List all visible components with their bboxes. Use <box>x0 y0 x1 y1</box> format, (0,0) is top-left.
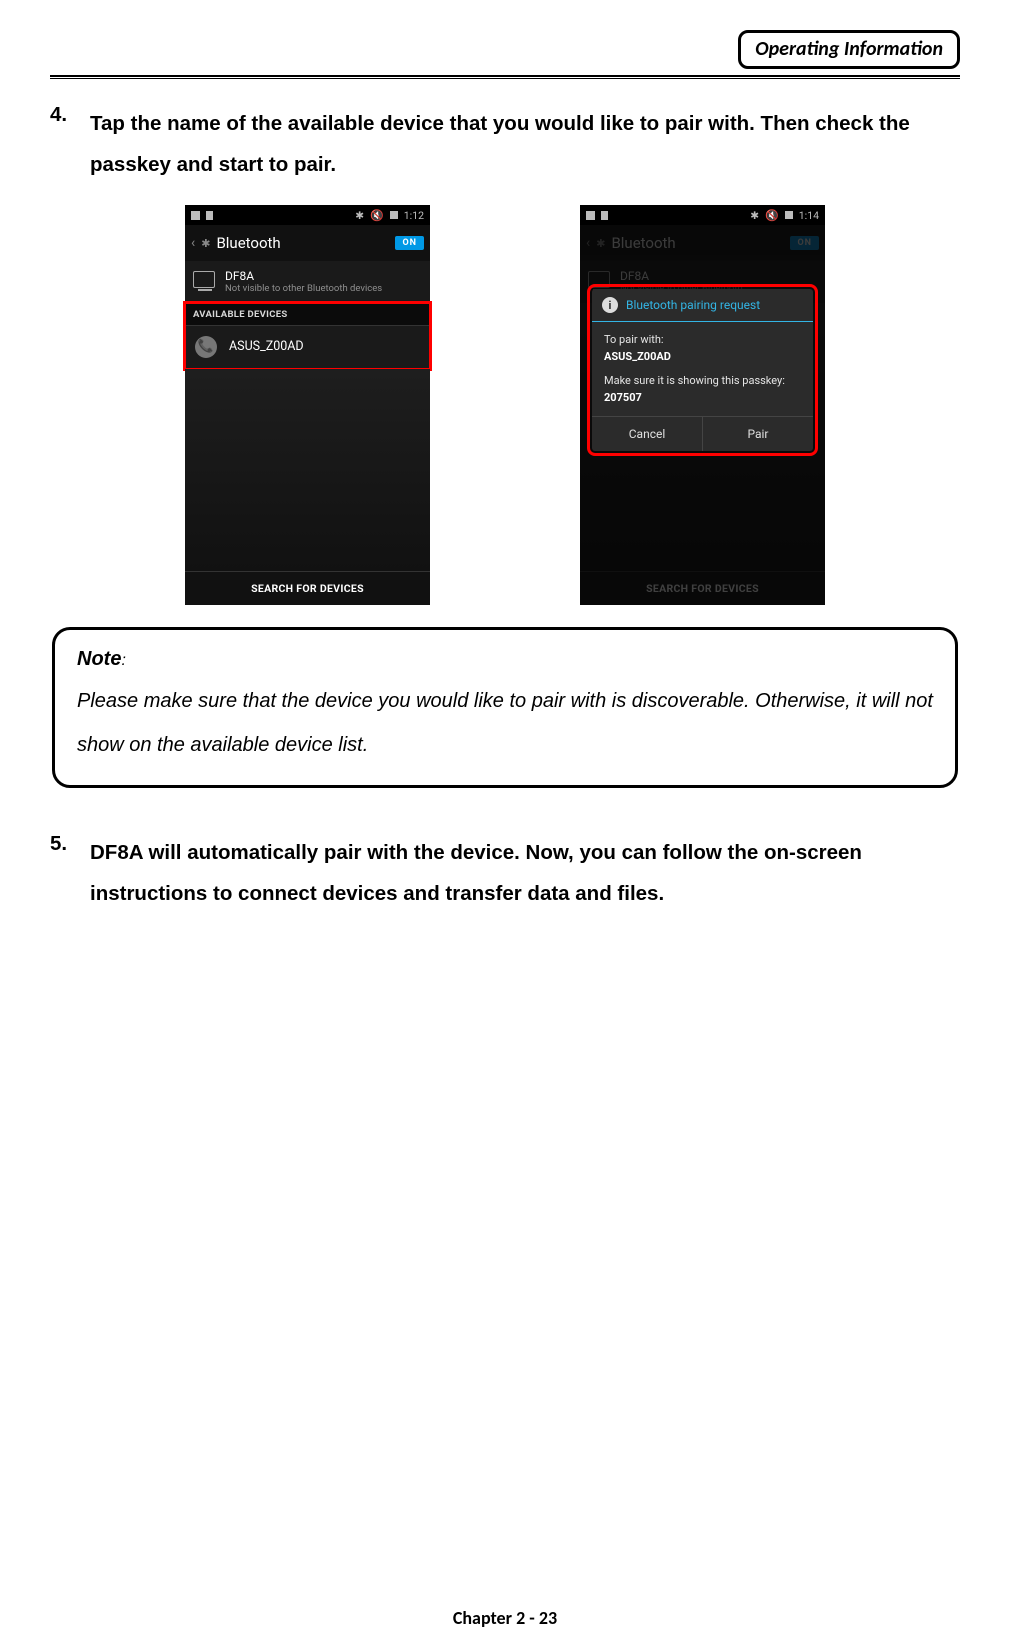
laptop-icon <box>193 271 215 288</box>
passkey-value: 207507 <box>604 390 801 407</box>
status-bar: ✱ 🔇 1:14 <box>580 205 825 225</box>
sd-icon <box>601 211 608 220</box>
step-4-text: Tap the name of the available device tha… <box>90 103 960 185</box>
search-for-devices-button[interactable]: SEARCH FOR DEVICES <box>185 571 430 605</box>
available-device-name: ASUS_Z00AD <box>229 339 304 354</box>
status-bar: ✱ 🔇 1:12 <box>185 205 430 225</box>
own-device-row[interactable]: DF8A Not visible to other Bluetooth devi… <box>185 261 430 303</box>
dialog-title-row: i Bluetooth pairing request <box>592 289 813 322</box>
title-bar[interactable]: ‹ ✱ Bluetooth ON <box>185 225 430 261</box>
signal-icon <box>785 211 793 219</box>
available-device-row[interactable]: 📞 ASUS_Z00AD <box>185 326 430 369</box>
bluetooth-toggle[interactable]: ON <box>395 236 424 250</box>
own-device-subtext: Not visible to other Bluetooth devices <box>225 283 382 295</box>
note-title: Note <box>77 648 121 670</box>
highlight-available: AVAILABLE DEVICES 📞 ASUS_Z00AD <box>185 303 430 369</box>
empty-area <box>185 369 430 571</box>
back-icon[interactable]: ‹ <box>191 235 195 251</box>
screenshots-row: ✱ 🔇 1:12 ‹ ✱ Bluetooth ON DF8A Not visib… <box>50 205 960 605</box>
phone-screenshot-left: ✱ 🔇 1:12 ‹ ✱ Bluetooth ON DF8A Not visib… <box>185 205 430 605</box>
note-colon: : <box>121 652 125 669</box>
dialog-body: To pair with: ASUS_Z00AD Make sure it is… <box>592 322 813 416</box>
pair-target: ASUS_Z00AD <box>604 349 801 366</box>
pair-button[interactable]: Pair <box>703 417 813 451</box>
step-4-number: 4. <box>50 103 90 185</box>
page-footer: Chapter 2 - 23 <box>0 1607 1010 1629</box>
own-device-name: DF8A <box>225 269 382 283</box>
bluetooth-logo-icon: ✱ <box>201 237 210 250</box>
step-5-text: DF8A will automatically pair with the de… <box>90 832 960 914</box>
mute-icon: 🔇 <box>370 209 384 222</box>
mute-icon: 🔇 <box>765 209 779 222</box>
step-5-number: 5. <box>50 832 90 914</box>
clock: 1:14 <box>799 209 819 222</box>
info-icon: i <box>602 297 618 313</box>
phone-icon: 📞 <box>195 336 217 358</box>
signal-icon <box>390 211 398 219</box>
clock: 1:12 <box>404 209 424 222</box>
header-tag: Operating Information <box>738 30 960 69</box>
note-box: Note: Please make sure that the device y… <box>52 627 958 788</box>
sd-icon <box>206 211 213 220</box>
screenshot-icon <box>191 211 200 220</box>
available-devices-label: AVAILABLE DEVICES <box>185 303 430 326</box>
screen-title: Bluetooth <box>216 234 389 252</box>
cancel-button[interactable]: Cancel <box>592 417 703 451</box>
screenshot-icon <box>586 211 595 220</box>
passkey-label: Make sure it is showing this passkey: <box>604 373 801 390</box>
phone-screenshot-right: ✱ 🔇 1:14 ‹ ✱ Bluetooth ON DF8A Not visib… <box>580 205 825 605</box>
bluetooth-icon: ✱ <box>750 209 759 222</box>
note-body: Please make sure that the device you wou… <box>77 679 933 767</box>
pair-with-label: To pair with: <box>604 332 801 349</box>
dialog-title: Bluetooth pairing request <box>626 298 760 312</box>
header-rule <box>50 75 960 79</box>
pairing-dialog: i Bluetooth pairing request To pair with… <box>592 289 813 451</box>
bluetooth-icon: ✱ <box>355 209 364 222</box>
